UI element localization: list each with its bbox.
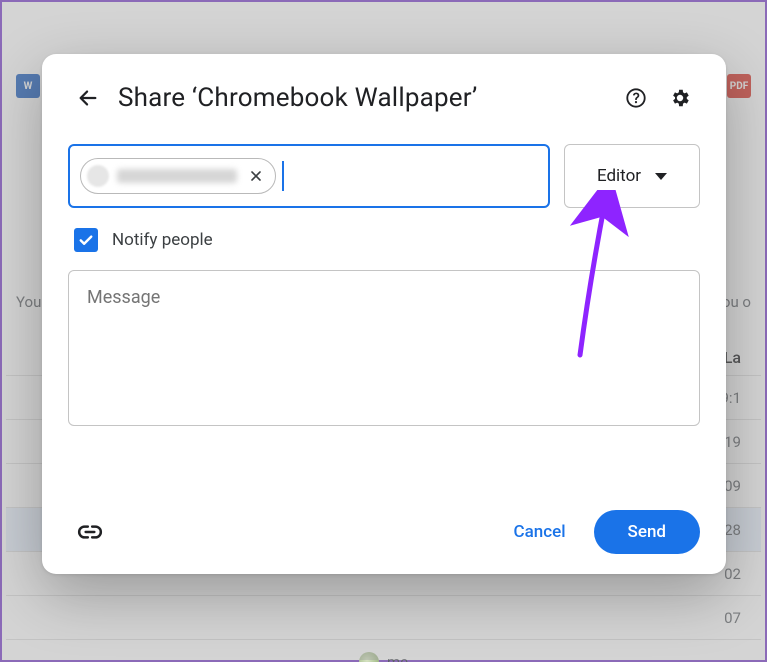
people-input[interactable] bbox=[68, 144, 550, 208]
help-button[interactable] bbox=[616, 78, 656, 118]
notify-checkbox-row[interactable]: Notify people bbox=[68, 228, 700, 252]
role-selected-label: Editor bbox=[597, 166, 641, 186]
pdf-file-icon: PDF bbox=[727, 74, 751, 98]
settings-button[interactable] bbox=[660, 78, 700, 118]
chip-name-blurred bbox=[117, 169, 237, 183]
role-dropdown[interactable]: Editor bbox=[564, 144, 700, 208]
owner-avatar-icon bbox=[359, 652, 379, 662]
chevron-down-icon bbox=[655, 173, 667, 180]
back-button[interactable] bbox=[68, 78, 108, 118]
row-time: 09 bbox=[724, 477, 741, 495]
cancel-button[interactable]: Cancel bbox=[494, 512, 586, 552]
check-icon bbox=[77, 231, 95, 249]
gear-icon bbox=[669, 87, 691, 109]
text-caret bbox=[282, 161, 284, 191]
column-header-last: La bbox=[724, 348, 741, 367]
owner-cell: me bbox=[6, 640, 761, 662]
share-dialog: Share ‘Chromebook Wallpaper’ Editor bbox=[42, 54, 726, 574]
chip-remove-button[interactable] bbox=[245, 165, 267, 187]
row-time: 02 bbox=[724, 565, 741, 583]
notify-label: Notify people bbox=[112, 230, 213, 250]
message-textarea[interactable] bbox=[68, 270, 700, 426]
dialog-title: Share ‘Chromebook Wallpaper’ bbox=[118, 83, 606, 113]
copy-link-button[interactable] bbox=[68, 510, 112, 554]
owner-name: me bbox=[387, 653, 408, 662]
chip-avatar-icon bbox=[87, 165, 109, 187]
row-time: 19 bbox=[724, 433, 741, 451]
back-arrow-icon bbox=[77, 87, 99, 109]
row-time: 28 bbox=[724, 521, 741, 539]
owner-col-left: You bbox=[16, 293, 41, 311]
link-icon bbox=[77, 519, 103, 545]
notify-checkbox[interactable] bbox=[74, 228, 98, 252]
send-button[interactable]: Send bbox=[594, 510, 700, 554]
row-time: 07 bbox=[724, 609, 741, 627]
close-icon bbox=[248, 168, 264, 184]
person-chip[interactable] bbox=[80, 158, 276, 194]
table-row[interactable]: 07 bbox=[6, 596, 761, 640]
word-file-icon: W bbox=[16, 74, 40, 98]
help-icon bbox=[625, 87, 647, 109]
